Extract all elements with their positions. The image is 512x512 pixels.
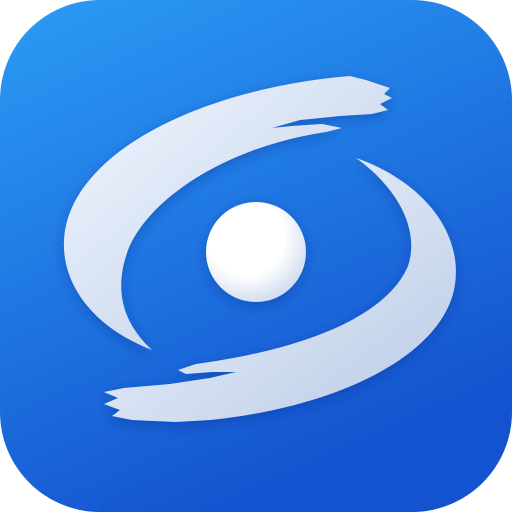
center-ball <box>206 202 306 302</box>
app-icon[interactable] <box>0 0 512 512</box>
